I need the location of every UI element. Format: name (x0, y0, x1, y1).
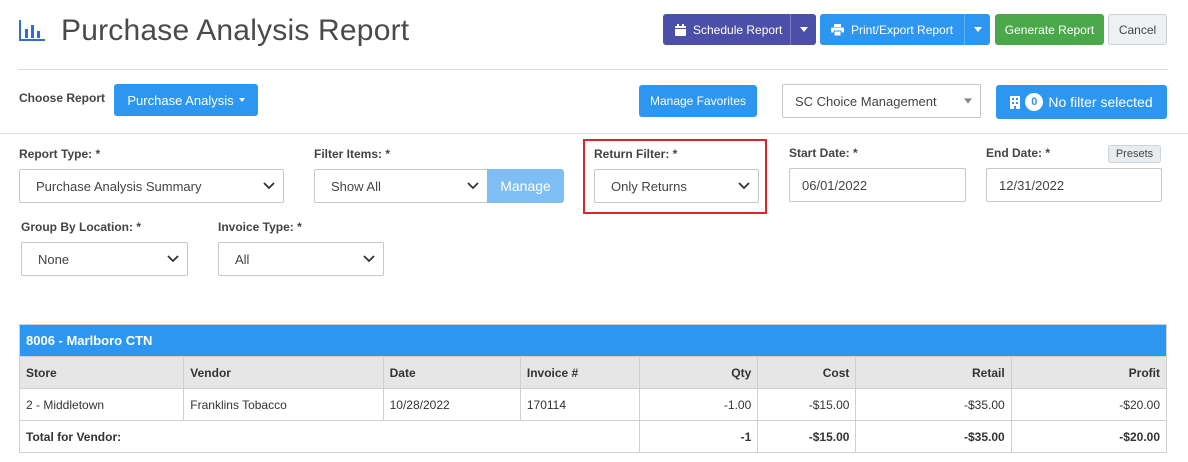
cancel-button[interactable]: Cancel (1108, 14, 1167, 45)
total-label: Total for Vendor: (18, 420, 641, 453)
page-title: Purchase Analysis Report (61, 14, 410, 47)
column-header-date: Date (382, 356, 521, 389)
filter-items-value: Show All (331, 178, 381, 194)
column-header-vendor: Vendor (183, 356, 384, 389)
return-filter-label: Return Filter: * (594, 147, 678, 161)
end-date-input[interactable]: 12/31/2022 (986, 168, 1162, 202)
total-profit: -$20.00 (1010, 420, 1168, 453)
end-date-label: End Date: * (986, 146, 1051, 160)
calendar-icon (675, 23, 686, 36)
report-type-label: Report Type: * (19, 147, 101, 161)
report-type-value: Purchase Analysis Summary (36, 178, 202, 194)
total-retail: -$35.00 (855, 420, 1012, 453)
return-filter-select[interactable]: Only Returns (594, 169, 759, 203)
section-divider (0, 133, 1188, 134)
total-row: Total for Vendor: -1 -$15.00 -$35.00 -$2… (18, 420, 1168, 453)
bar-chart-icon (19, 20, 45, 41)
column-header-retail: Retail (855, 356, 1012, 389)
invoice-type-select[interactable]: All (218, 242, 384, 276)
cell-date: 10/28/2022 (382, 388, 521, 421)
cell-invoice: 170114 (519, 388, 641, 421)
cell-retail: -$35.00 (855, 388, 1012, 421)
chevron-down-icon (363, 255, 375, 263)
manage-favorites-button[interactable]: Manage Favorites (639, 85, 757, 117)
manage-filter-items-button[interactable]: Manage (487, 169, 564, 203)
invoice-type-label: Invoice Type: * (218, 220, 302, 234)
chevron-down-icon (467, 182, 479, 190)
filter-items-label: Filter Items: * (314, 147, 391, 161)
chevron-down-icon (964, 98, 972, 104)
column-header-profit: Profit (1010, 356, 1168, 389)
cell-qty: -1.00 (639, 388, 759, 421)
cell-store: 2 - Middletown (18, 388, 185, 421)
generate-report-button[interactable]: Generate Report (995, 14, 1104, 45)
presets-button[interactable]: Presets (1108, 145, 1161, 163)
company-select[interactable]: SC Choice Management (782, 84, 981, 118)
chevron-down-icon (167, 255, 179, 263)
group-by-location-value: None (38, 251, 70, 267)
total-qty: -1 (639, 420, 759, 453)
schedule-report-button[interactable]: Schedule Report (663, 14, 816, 45)
caret-down-icon (973, 27, 982, 32)
column-header-invoice: Invoice # (519, 356, 641, 389)
chevron-down-icon (263, 182, 275, 190)
report-table: 8006 - Marlboro CTN Store Vendor Date In… (18, 324, 1168, 453)
filter-status-text: No filter selected (1048, 94, 1153, 110)
schedule-dropdown-toggle[interactable] (790, 14, 816, 45)
column-header-store: Store (18, 356, 185, 389)
print-export-button[interactable]: Print/Export Report (820, 14, 990, 45)
start-date-label: Start Date: * (789, 146, 858, 160)
group-header-row: 8006 - Marlboro CTN (19, 324, 1167, 357)
choose-report-label: Choose Report (19, 91, 106, 105)
caret-down-icon (238, 98, 245, 102)
start-date-input[interactable]: 06/01/2022 (789, 168, 966, 202)
company-select-value: SC Choice Management (795, 93, 937, 109)
printer-icon (831, 23, 844, 36)
report-dropdown-label: Purchase Analysis (127, 92, 234, 108)
group-by-location-label: Group By Location: * (21, 220, 141, 234)
table-row: 2 - Middletown Franklins Tobacco 10/28/2… (18, 388, 1168, 421)
group-by-location-select[interactable]: None (21, 242, 188, 276)
caret-down-icon (799, 27, 808, 32)
report-dropdown-button[interactable]: Purchase Analysis (114, 84, 258, 116)
cell-profit: -$20.00 (1010, 388, 1168, 421)
report-type-select[interactable]: Purchase Analysis Summary (19, 169, 284, 203)
location-filter-button[interactable]: 0 No filter selected (996, 85, 1167, 119)
table-header-row: Store Vendor Date Invoice # Qty Cost Ret… (18, 356, 1168, 389)
invoice-type-value: All (235, 251, 250, 267)
schedule-report-label: Schedule Report (693, 22, 783, 37)
start-date-value: 06/01/2022 (802, 177, 868, 193)
filter-items-select[interactable]: Show All (314, 169, 488, 203)
column-header-qty: Qty (639, 356, 759, 389)
building-icon (1010, 95, 1021, 109)
header-divider (18, 69, 1168, 70)
print-export-label: Print/Export Report (851, 22, 954, 37)
return-filter-value: Only Returns (611, 178, 687, 194)
cell-cost: -$15.00 (757, 388, 857, 421)
cell-vendor: Franklins Tobacco (183, 388, 384, 421)
filter-count-badge: 0 (1025, 93, 1044, 111)
end-date-value: 12/31/2022 (999, 177, 1065, 193)
chevron-down-icon (738, 182, 750, 190)
group-title: 8006 - Marlboro CTN (19, 324, 1167, 357)
column-header-cost: Cost (757, 356, 857, 389)
total-cost: -$15.00 (757, 420, 857, 453)
print-dropdown-toggle[interactable] (964, 14, 990, 45)
